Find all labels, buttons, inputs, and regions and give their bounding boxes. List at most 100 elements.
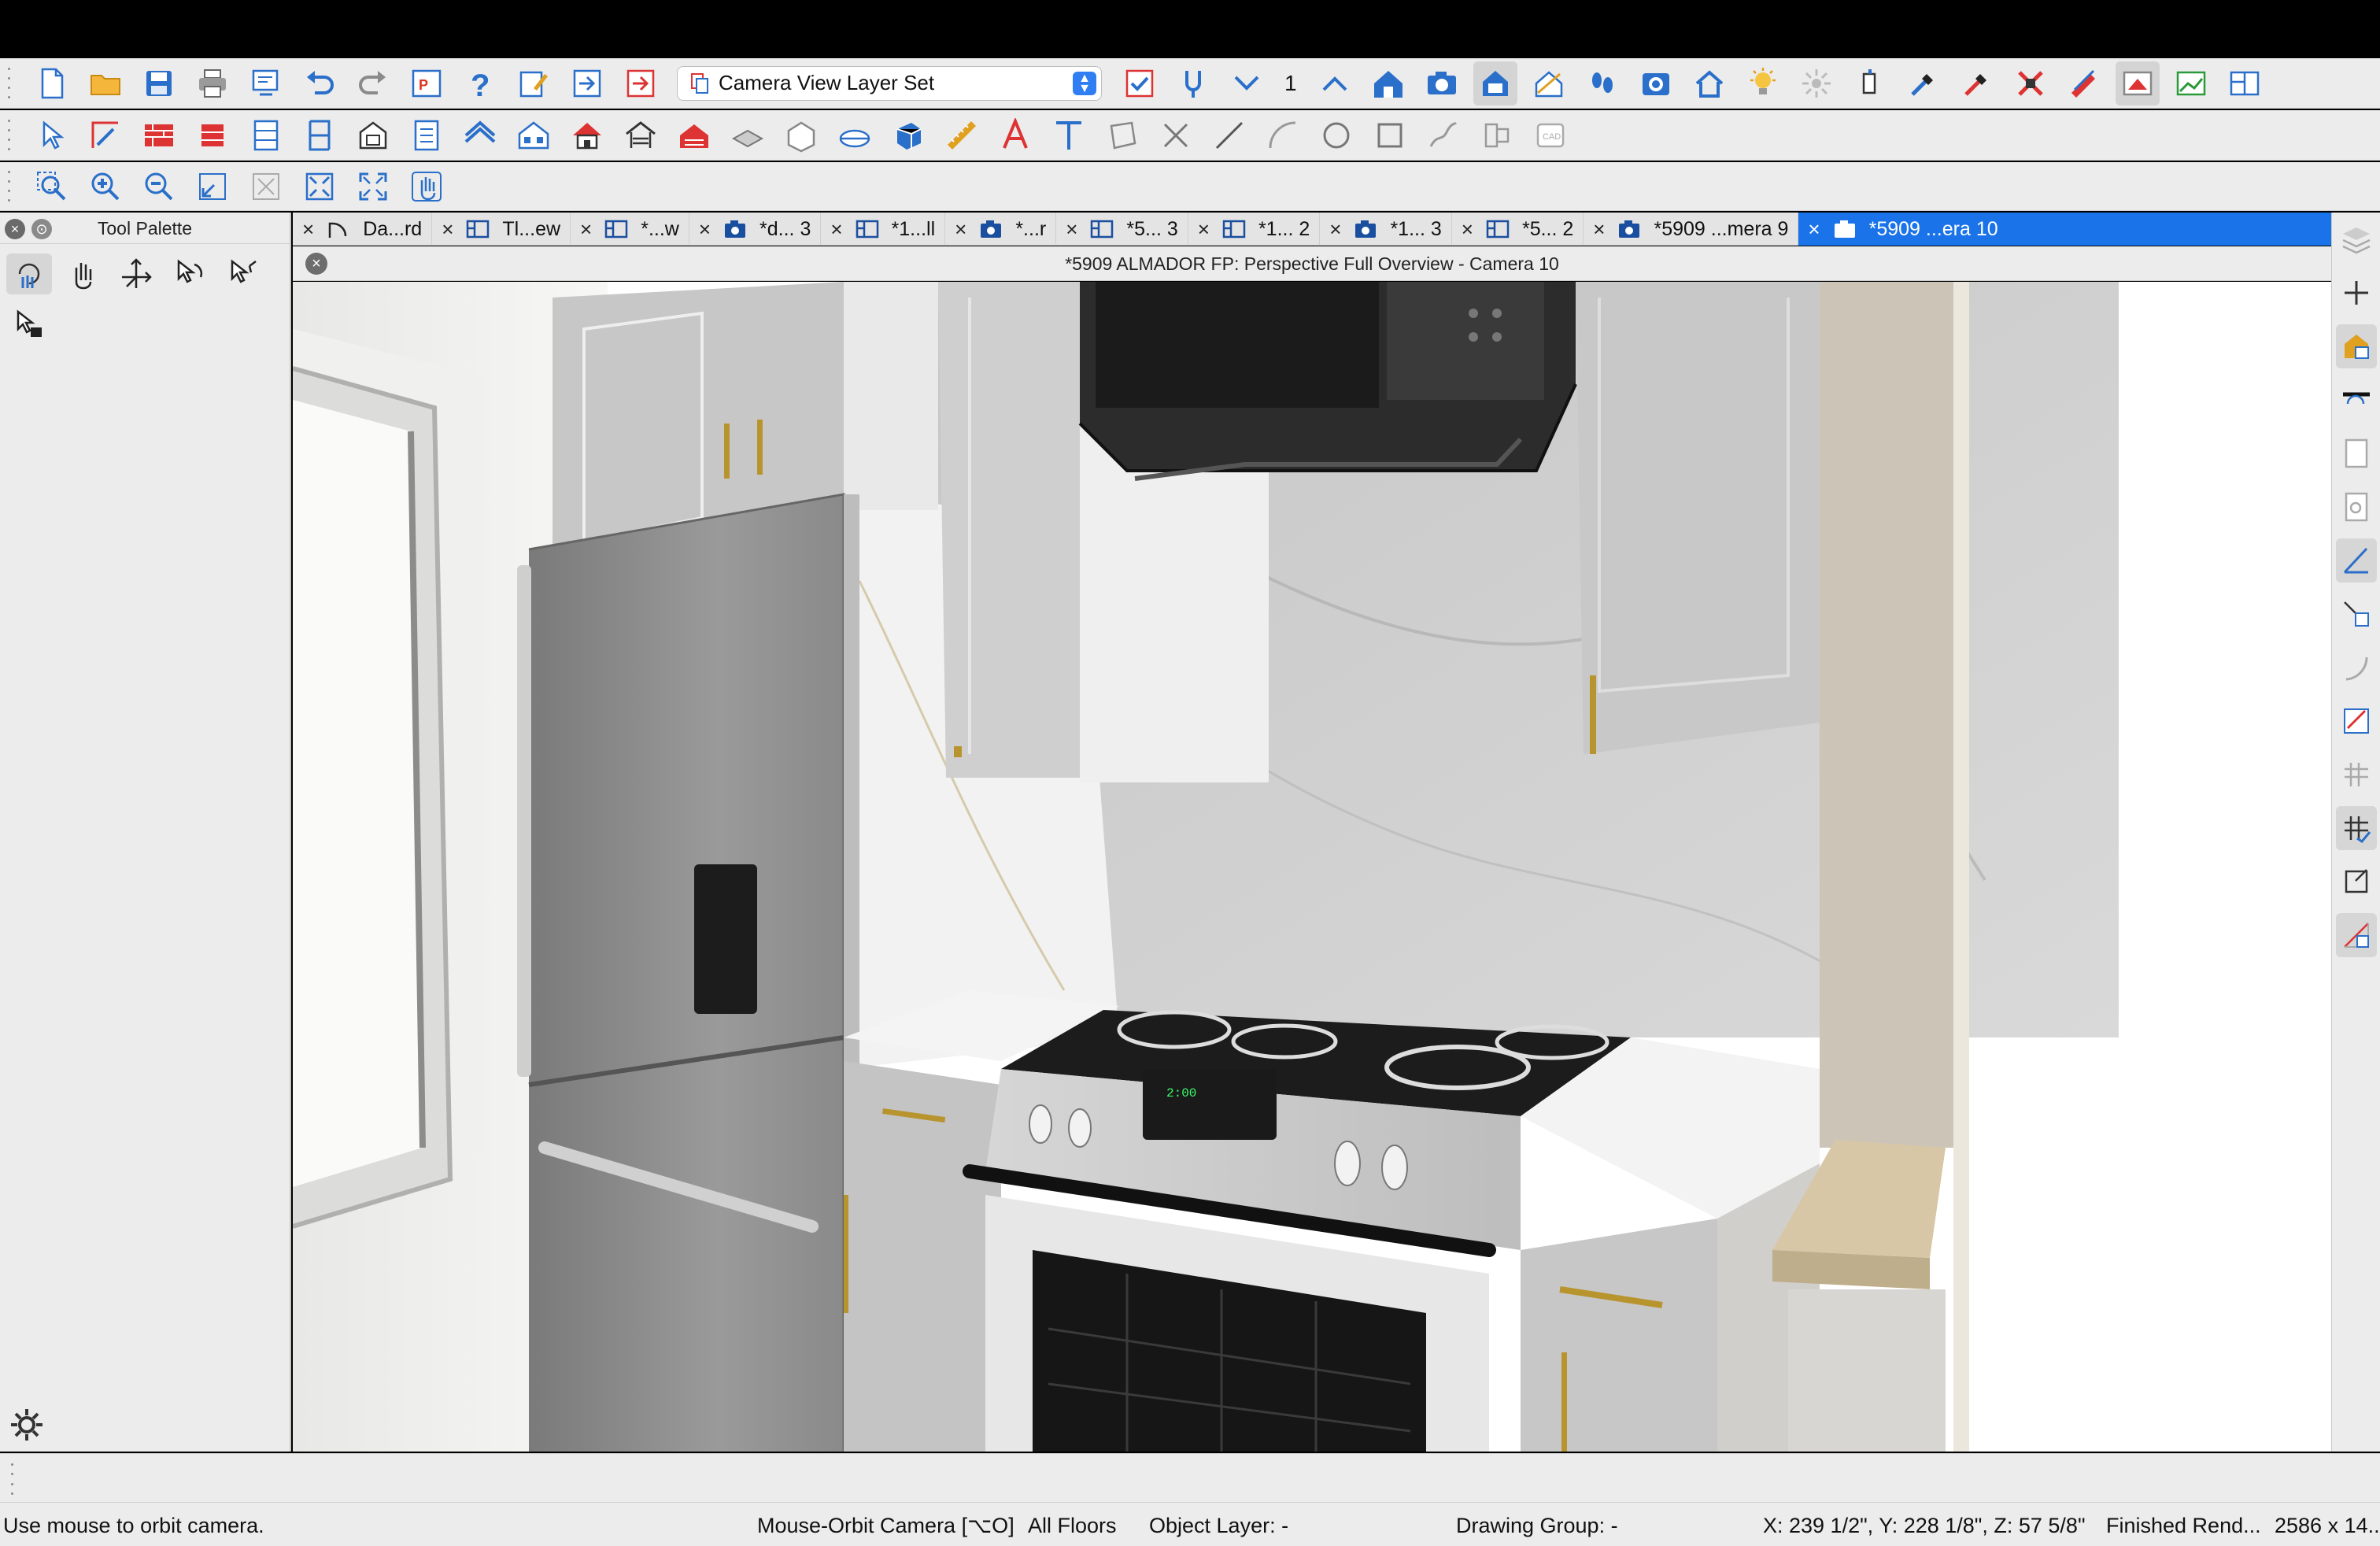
- walkthrough-icon[interactable]: [1580, 61, 1624, 105]
- rendered-kitchen-scene[interactable]: 2:00: [293, 282, 2331, 1452]
- orbit-camera-tool-icon[interactable]: [6, 253, 52, 294]
- tab-close-icon[interactable]: ×: [1329, 217, 1341, 242]
- move-camera-tool-icon[interactable]: [113, 253, 159, 294]
- tab-close-icon[interactable]: ×: [699, 217, 711, 242]
- tape-measure-icon[interactable]: [1171, 61, 1215, 105]
- text-icon[interactable]: [1047, 113, 1091, 157]
- material-eyedropper-icon[interactable]: [1955, 61, 1999, 105]
- zoom-out-icon[interactable]: [137, 165, 181, 209]
- zoom-window-icon[interactable]: [30, 165, 74, 209]
- line-style-icon[interactable]: [2336, 378, 2377, 422]
- document-tab[interactable]: × *1... 3: [1320, 213, 1452, 246]
- display-options-icon[interactable]: [1118, 61, 1162, 105]
- fill-window-all-icon[interactable]: [298, 165, 342, 209]
- window-icon[interactable]: [351, 113, 395, 157]
- toolbar-grip[interactable]: [6, 1463, 17, 1495]
- toolbar-grip[interactable]: [3, 67, 14, 99]
- document-tab[interactable]: × *5... 3: [1056, 213, 1188, 246]
- chevron-updown-icon[interactable]: ▲ ▼: [1073, 71, 1096, 95]
- text-style-icon[interactable]: [993, 113, 1037, 157]
- render-camera-icon[interactable]: [1634, 61, 1678, 105]
- roof-icon[interactable]: [458, 113, 502, 157]
- document-tab[interactable]: × *5... 2: [1452, 213, 1584, 246]
- document-tab[interactable]: × *5909 ...mera 9: [1584, 213, 1799, 246]
- full-overview-icon[interactable]: [1687, 61, 1731, 105]
- spotlight-icon[interactable]: [1848, 61, 1892, 105]
- document-tab[interactable]: × Tl...ew: [432, 213, 571, 246]
- palette-settings-gear-icon[interactable]: [8, 1406, 46, 1444]
- tab-close-icon[interactable]: ×: [580, 217, 592, 242]
- object-layer-icon[interactable]: [2335, 324, 2377, 368]
- room-icon[interactable]: [726, 113, 770, 157]
- help-icon[interactable]: ?: [458, 61, 502, 105]
- camera-dollhouse-icon[interactable]: [1473, 61, 1517, 105]
- tab-close-icon[interactable]: ×: [1808, 217, 1820, 242]
- bounding-box-icon[interactable]: [2336, 860, 2377, 904]
- toolbar-grip[interactable]: [3, 170, 14, 202]
- cross-section-icon[interactable]: [1527, 61, 1571, 105]
- plan-view-icon[interactable]: [2115, 61, 2160, 105]
- grid-icon[interactable]: [2336, 753, 2377, 797]
- tab-close-icon[interactable]: ×: [442, 217, 453, 242]
- zoom-in-icon[interactable]: [83, 165, 128, 209]
- document-tab[interactable]: × *...r: [945, 213, 1057, 246]
- light-icon[interactable]: [1741, 61, 1785, 105]
- cad-shape-icon[interactable]: [1100, 113, 1144, 157]
- garage-icon[interactable]: [619, 113, 663, 157]
- line-icon[interactable]: [1207, 113, 1251, 157]
- slope-icon[interactable]: [2335, 913, 2377, 957]
- railing-icon[interactable]: [190, 113, 235, 157]
- floor-down-icon[interactable]: [1225, 61, 1269, 105]
- arc-snap-icon[interactable]: [2336, 645, 2377, 690]
- send-to-layout-red-icon[interactable]: [619, 61, 663, 105]
- print-preview-icon[interactable]: [244, 61, 288, 105]
- delete-icon[interactable]: [1154, 113, 1198, 157]
- print-icon[interactable]: [190, 61, 235, 105]
- document-tab[interactable]: × *...w: [571, 213, 689, 246]
- delete-materials-icon[interactable]: [2009, 61, 2053, 105]
- object-snap-icon[interactable]: [2336, 592, 2377, 636]
- break-line-icon[interactable]: [1475, 113, 1519, 157]
- tab-close-icon[interactable]: ×: [302, 217, 314, 242]
- pick-material-icon[interactable]: [1901, 61, 1946, 105]
- dimension-ruler-icon[interactable]: [940, 113, 984, 157]
- document-tab[interactable]: × *d... 3: [689, 213, 822, 246]
- document-tab[interactable]: × *5909 ...era 10: [1798, 213, 2333, 246]
- document-tab[interactable]: × *1...ll: [821, 213, 946, 246]
- red-pencil-icon[interactable]: [2062, 61, 2106, 105]
- camera-3d-viewport[interactable]: 2:00: [293, 282, 2331, 1452]
- redo-icon[interactable]: [351, 61, 395, 105]
- tab-close-icon[interactable]: ×: [1593, 217, 1605, 242]
- camera-icon[interactable]: [1420, 61, 1464, 105]
- house-red-icon[interactable]: [565, 113, 609, 157]
- edit-area-icon[interactable]: [83, 113, 128, 157]
- pan-camera-tool-icon[interactable]: [60, 253, 105, 294]
- camera-house-icon[interactable]: [1366, 61, 1410, 105]
- arc-icon[interactable]: [1261, 113, 1305, 157]
- circle-icon[interactable]: [1314, 113, 1358, 157]
- wall-icon[interactable]: [137, 113, 181, 157]
- cad-block-icon[interactable]: CAD: [1528, 113, 1572, 157]
- fill-window-icon[interactable]: [244, 165, 288, 209]
- edit-layout-icon[interactable]: [512, 61, 556, 105]
- new-file-icon[interactable]: [30, 61, 74, 105]
- tab-close-icon[interactable]: ×: [830, 217, 842, 242]
- tile-windows-icon[interactable]: [2223, 61, 2267, 105]
- building-icon[interactable]: [512, 113, 556, 157]
- slab-icon[interactable]: [779, 113, 823, 157]
- save-icon[interactable]: [137, 61, 181, 105]
- tab-close-icon[interactable]: ×: [955, 217, 966, 242]
- document-tab[interactable]: × *1... 2: [1188, 213, 1321, 246]
- add-icon[interactable]: [2336, 271, 2377, 315]
- fence-icon[interactable]: [672, 113, 716, 157]
- layer-set-dropdown[interactable]: Camera View Layer Set ▲ ▼: [677, 65, 1102, 101]
- angle-snap-icon[interactable]: [2335, 538, 2377, 583]
- cabinet-icon[interactable]: [244, 113, 288, 157]
- select-camera-tool-icon[interactable]: [6, 304, 52, 345]
- plan-check-icon[interactable]: P: [405, 61, 449, 105]
- doc-search-icon[interactable]: [2336, 485, 2377, 529]
- page-icon[interactable]: [2336, 431, 2377, 475]
- tab-close-icon[interactable]: ×: [1198, 217, 1210, 242]
- elevation-view-icon[interactable]: [2169, 61, 2213, 105]
- undo-zoom-icon[interactable]: [190, 165, 235, 209]
